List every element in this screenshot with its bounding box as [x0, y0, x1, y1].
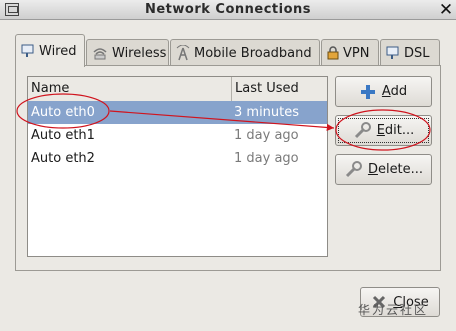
tab-label: Wireless	[112, 45, 167, 61]
mobile-broadband-icon	[176, 45, 190, 61]
list-header: Name Last Used	[28, 77, 327, 102]
delete-button-label: Delete...	[367, 162, 424, 177]
plus-icon	[360, 84, 375, 99]
wrench-icon	[354, 121, 371, 138]
dsl-icon	[386, 46, 399, 59]
wrench-delete-icon	[345, 160, 362, 177]
vpn-lock-icon	[327, 46, 339, 60]
connection-list[interactable]: Name Last Used Auto eth0 3 minutes ago A…	[27, 76, 328, 257]
edit-button[interactable]: Edit...	[335, 115, 432, 146]
connection-last-used: 1 day ago	[234, 151, 299, 166]
wired-network-icon	[21, 44, 34, 57]
wireless-icon	[93, 48, 107, 60]
list-item[interactable]: Auto eth2 1 day ago	[28, 147, 327, 170]
tab-dsl[interactable]: DSL	[380, 39, 440, 66]
title-bar: Network Connections ✕	[0, 0, 456, 20]
delete-button[interactable]: Delete...	[335, 154, 432, 185]
connection-name: Auto eth0	[31, 105, 95, 120]
window-title: Network Connections	[144, 2, 312, 17]
tab-vpn[interactable]: VPN	[321, 39, 379, 66]
tab-label: Wired	[39, 43, 77, 59]
connection-name: Auto eth2	[31, 151, 95, 166]
add-button-label: Add	[381, 84, 408, 99]
tab-wireless[interactable]: Wireless	[86, 39, 169, 66]
tab-label: Mobile Broadband	[194, 45, 312, 61]
list-item[interactable]: Auto eth1 1 day ago	[28, 124, 327, 147]
watermark-text: 华为云社区	[358, 303, 429, 317]
add-button[interactable]: Add	[335, 76, 432, 107]
tab-mobile-broadband[interactable]: Mobile Broadband	[170, 39, 320, 66]
list-item[interactable]: Auto eth0 3 minutes ago	[28, 101, 327, 143]
connection-name: Auto eth1	[31, 128, 95, 143]
tab-wired[interactable]: Wired	[15, 34, 85, 67]
tab-label: DSL	[404, 45, 430, 61]
edit-button-label: Edit...	[376, 123, 415, 138]
close-icon[interactable]: ✕	[436, 0, 456, 20]
connection-last-used: 1 day ago	[234, 128, 299, 143]
column-header-name[interactable]: Name	[28, 77, 232, 101]
column-header-last-used[interactable]: Last Used	[231, 77, 327, 101]
tab-label: VPN	[343, 45, 370, 61]
